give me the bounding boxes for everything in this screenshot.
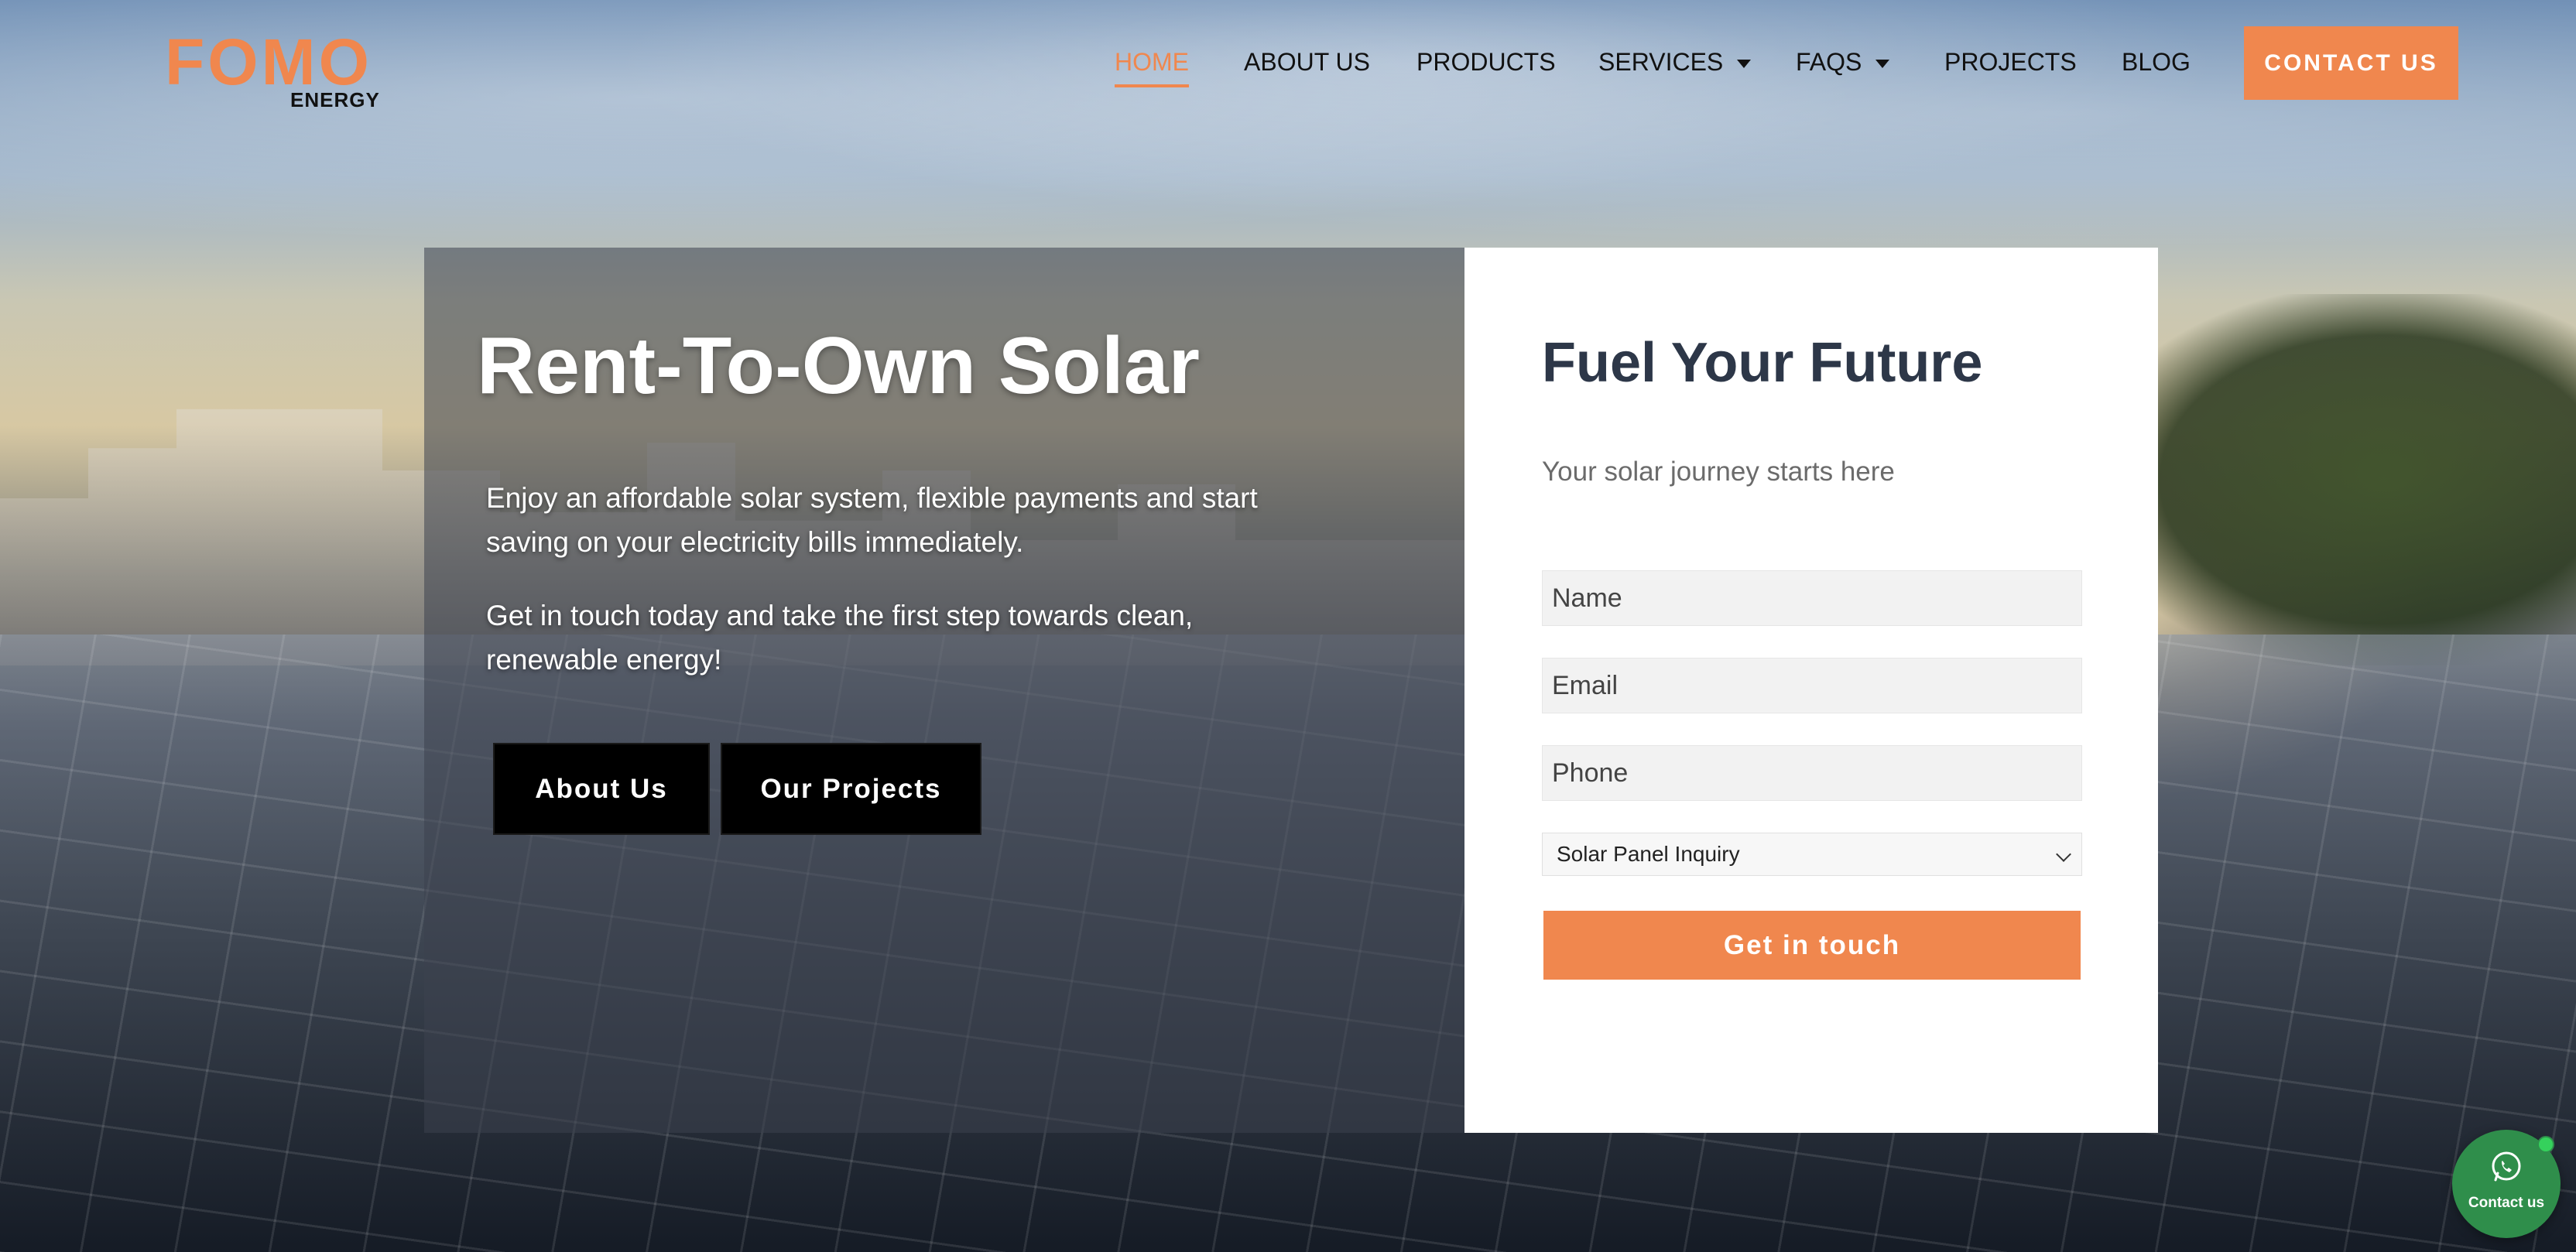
about-us-button[interactable]: About Us (493, 743, 710, 835)
nav-blog[interactable]: BLOG (2122, 48, 2191, 77)
logo-subtitle: ENERGY (290, 88, 380, 111)
chevron-down-icon (2056, 847, 2071, 862)
inquiry-type-select[interactable]: Solar Panel Inquiry (1542, 833, 2082, 876)
nav-projects[interactable]: PROJECTS (1944, 48, 2077, 77)
site-header: FOMO ENERGY HOME ABOUT US PRODUCTS SERVI… (0, 0, 2576, 128)
nav-about-us[interactable]: ABOUT US (1244, 48, 1370, 77)
hero-panel: Rent-To-Own Solar Enjoy an affordable so… (424, 248, 1464, 1133)
inquiry-type-value: Solar Panel Inquiry (1557, 842, 1740, 866)
nav-services[interactable]: SERVICES (1598, 48, 1752, 77)
nav-products[interactable]: PRODUCTS (1416, 48, 1556, 77)
phone-field[interactable] (1542, 745, 2082, 801)
contact-us-button[interactable]: CONTACT US (2244, 26, 2458, 100)
get-in-touch-button[interactable]: Get in touch (1543, 911, 2081, 980)
whatsapp-contact-button[interactable]: Contact us (2452, 1130, 2561, 1238)
nav-faqs-label: FAQS (1796, 48, 1862, 76)
nav-services-label: SERVICES (1598, 48, 1724, 76)
hero-title: Rent-To-Own Solar (477, 321, 1201, 411)
chevron-down-icon (1875, 60, 1890, 69)
nav-faqs[interactable]: FAQS (1796, 48, 1890, 77)
name-field[interactable] (1542, 570, 2082, 626)
whatsapp-icon (2492, 1151, 2521, 1182)
online-status-dot (2537, 1136, 2554, 1153)
our-projects-button[interactable]: Our Projects (721, 743, 981, 835)
hero-description: Enjoy an affordable solar system, flexib… (486, 482, 1258, 558)
nav-home[interactable]: HOME (1115, 48, 1189, 87)
chevron-down-icon (1737, 60, 1752, 69)
trees (2096, 294, 2576, 665)
hero-call-to-action-text: Get in touch today and take the first st… (486, 600, 1194, 676)
email-field[interactable] (1542, 658, 2082, 713)
form-subtitle: Your solar journey starts here (1542, 457, 1895, 487)
whatsapp-label: Contact us (2468, 1195, 2545, 1211)
form-title: Fuel Your Future (1542, 332, 1983, 394)
main-nav: HOME ABOUT US PRODUCTS SERVICES FAQS PRO… (0, 48, 2576, 87)
contact-form-card: Fuel Your Future Your solar journey star… (1464, 248, 2158, 1133)
